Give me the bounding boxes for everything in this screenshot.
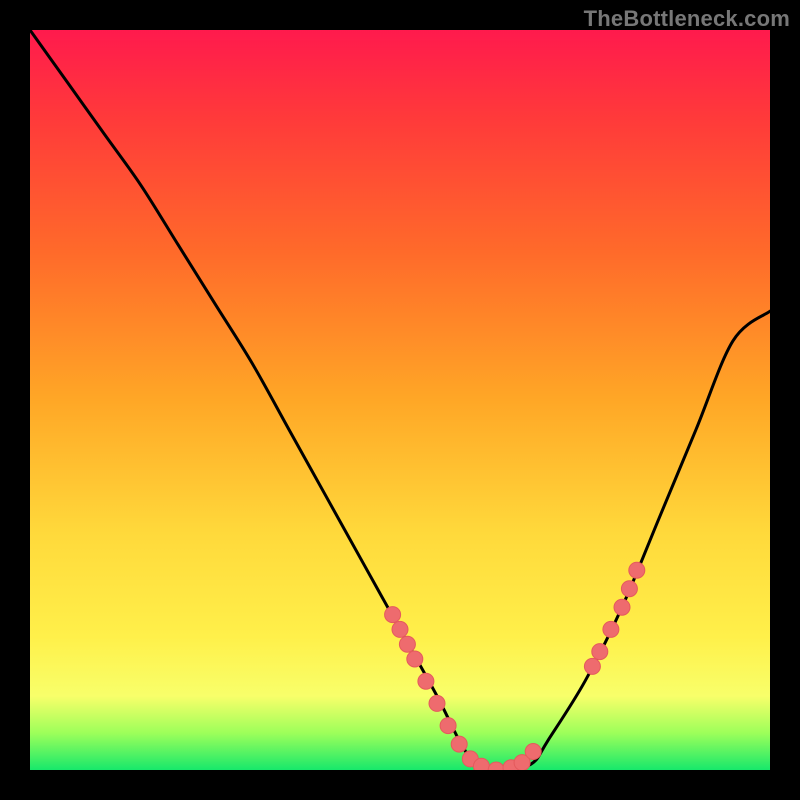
marker-dot (488, 762, 504, 770)
bottleneck-curve (30, 30, 770, 770)
marker-dot (473, 758, 489, 770)
marker-dot (429, 695, 445, 711)
curve-svg (30, 30, 770, 770)
marker-dot (584, 658, 600, 674)
marker-dot (392, 621, 408, 637)
marker-dot (621, 581, 637, 597)
marker-dot (418, 673, 434, 689)
marker-dot (592, 644, 608, 660)
marker-dot (525, 744, 541, 760)
watermark-text: TheBottleneck.com (584, 6, 790, 32)
marker-dot (614, 599, 630, 615)
plot-area (30, 30, 770, 770)
marker-dot (451, 736, 467, 752)
highlighted-markers (385, 562, 645, 770)
chart-frame: TheBottleneck.com (0, 0, 800, 800)
marker-dot (399, 636, 415, 652)
marker-dot (440, 718, 456, 734)
marker-dot (629, 562, 645, 578)
marker-dot (407, 651, 423, 667)
curve-path (30, 30, 770, 770)
marker-dot (385, 607, 401, 623)
marker-dot (603, 621, 619, 637)
